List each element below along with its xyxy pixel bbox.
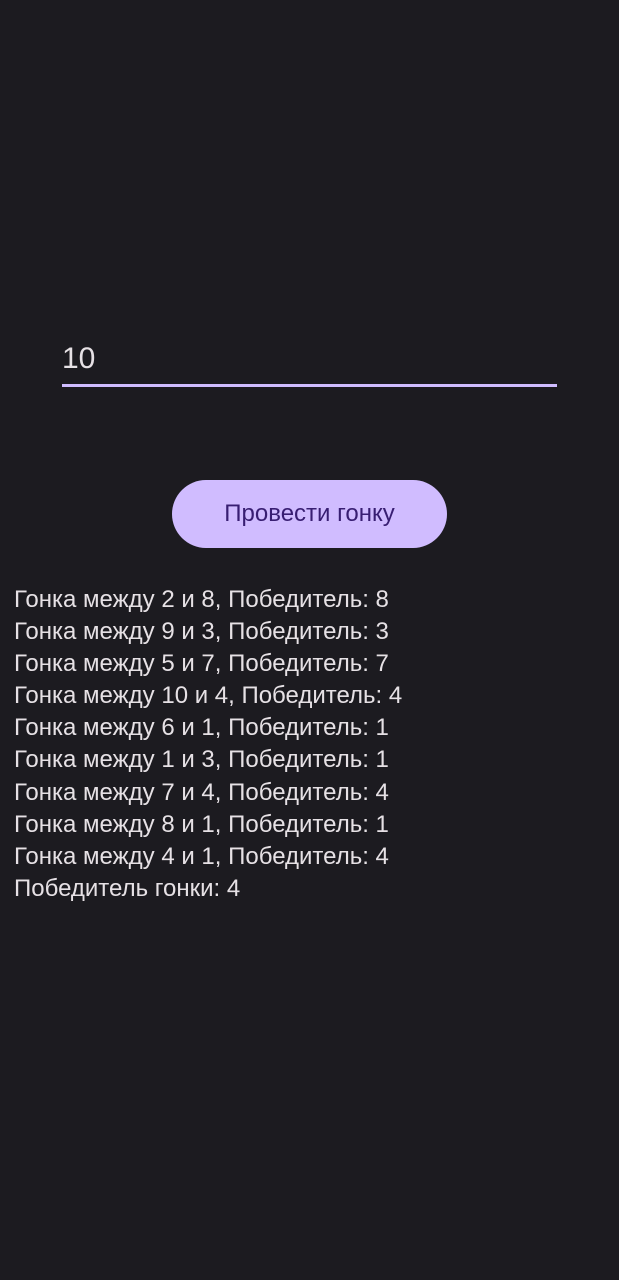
result-line: Гонка между 10 и 4, Победитель: 4 [14, 682, 403, 710]
result-line: Гонка между 2 и 8, Победитель: 8 [14, 586, 389, 613]
result-line: Гонка между 7 и 4, Победитель: 4 [14, 778, 389, 806]
racer-count-input[interactable] [62, 334, 557, 384]
result-line: Гонка между 1 и 3, Победитель: 1 [14, 746, 389, 774]
result-line: Гонка между 9 и 3, Победитель: 3 [14, 618, 389, 646]
result-line: Гонка между 4 и 1, Победитель: 4 [14, 842, 389, 870]
result-line: Гонка между 8 и 1, Победитель: 1 [14, 810, 389, 838]
racer-count-field[interactable] [62, 334, 557, 388]
result-line: Гонка между 6 и 1, Победитель: 1 [14, 714, 389, 742]
race-results: Гонка между 2 и 8, Победитель: 8 Гонка м… [14, 584, 614, 905]
result-line: Гонка между 5 и 7, Победитель: 7 [14, 650, 389, 678]
input-underline [62, 384, 557, 387]
run-race-button[interactable]: Провести гонку [172, 480, 447, 548]
overall-winner: Победитель гонки: 4 [14, 874, 241, 902]
